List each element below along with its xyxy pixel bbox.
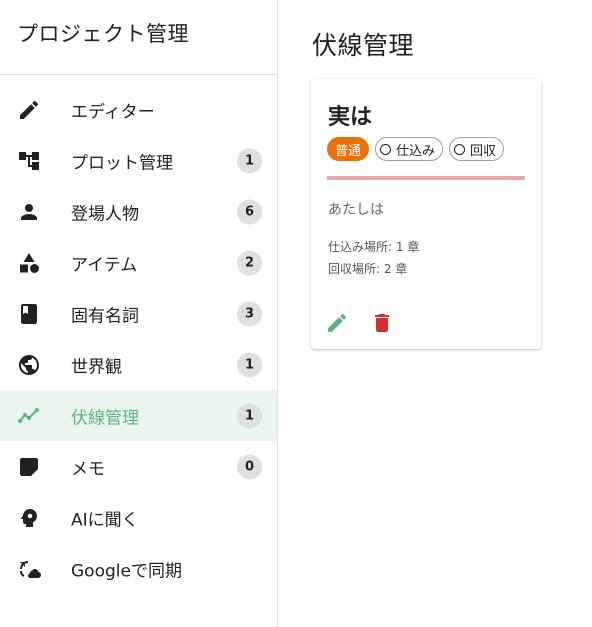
count-badge: 2 <box>237 250 262 275</box>
timeline-icon <box>17 404 41 428</box>
brain-head-icon <box>17 506 41 530</box>
sidebar-item-label: 登場人物 <box>71 204 139 224</box>
app-root: プロジェクト管理 エディター プロット管理 1 登場人物 6 アイテム 2 固有… <box>0 0 592 627</box>
sidebar: プロジェクト管理 エディター プロット管理 1 登場人物 6 アイテム 2 固有… <box>0 0 278 627</box>
hierarchy-icon <box>17 149 41 173</box>
setup-place-text: 仕込み場所: 1 章 <box>328 240 420 254</box>
edit-button[interactable] <box>325 311 349 335</box>
count-badge: 1 <box>237 148 262 173</box>
pencil-icon <box>328 313 347 332</box>
sidebar-item-items[interactable]: アイテム 2 <box>0 237 277 288</box>
card-actions <box>325 311 394 335</box>
count-badge: 0 <box>237 454 262 479</box>
sidebar-title: プロジェクト管理 <box>17 22 189 46</box>
sidebar-item-label: プロット管理 <box>71 153 173 173</box>
count-badge: 1 <box>237 352 262 377</box>
card-description: あたしは <box>328 202 384 218</box>
card-divider-line <box>327 176 525 180</box>
sidebar-item-worldview[interactable]: 世界観 1 <box>0 339 277 390</box>
sidebar-item-editor[interactable]: エディター <box>0 84 277 135</box>
payoff-status-chip[interactable]: 回収 <box>449 137 505 161</box>
card-chips: 普通 仕込み 回収 <box>327 137 505 161</box>
payoff-chip-label: 回収 <box>470 143 497 159</box>
shapes-icon <box>17 251 41 275</box>
importance-chip-label: 普通 <box>335 143 362 159</box>
sidebar-item-memo[interactable]: メモ 0 <box>0 441 277 492</box>
setup-chip-label: 仕込み <box>396 143 436 159</box>
sidebar-item-proper-nouns[interactable]: 固有名詞 3 <box>0 288 277 339</box>
person-icon <box>17 200 41 224</box>
sidebar-item-label: メモ <box>71 459 105 479</box>
sidebar-item-ask-ai[interactable]: AIに聞く <box>0 492 277 543</box>
trash-icon <box>375 314 389 332</box>
sidebar-item-label: Googleで同期 <box>71 561 182 581</box>
sidebar-item-label: 固有名詞 <box>71 306 139 326</box>
count-badge: 3 <box>237 301 262 326</box>
sidebar-item-characters[interactable]: 登場人物 6 <box>0 186 277 237</box>
sidebar-item-label: エディター <box>71 102 155 122</box>
count-badge: 1 <box>237 403 262 428</box>
sidebar-item-label: 伏線管理 <box>71 408 139 428</box>
globe-icon <box>17 353 41 377</box>
sidebar-item-label: アイテム <box>71 255 138 275</box>
sidebar-divider <box>0 74 278 75</box>
count-badge: 6 <box>237 199 262 224</box>
sidebar-item-foreshadowing[interactable]: 伏線管理 1 <box>0 390 277 441</box>
cloud-sync-icon <box>17 557 41 581</box>
radio-unchecked-icon <box>380 143 392 155</box>
sidebar-item-label: 世界観 <box>71 357 122 377</box>
note-icon <box>17 455 41 479</box>
pencil-icon <box>17 98 41 122</box>
setup-status-chip[interactable]: 仕込み <box>375 137 444 161</box>
sidebar-item-google-sync[interactable]: Googleで同期 <box>0 543 277 594</box>
radio-unchecked-icon <box>454 143 466 155</box>
delete-button[interactable] <box>370 311 394 335</box>
sidebar-item-label: AIに聞く <box>71 510 139 530</box>
page-title: 伏線管理 <box>312 31 415 60</box>
card-title: 実は <box>328 105 373 130</box>
sidebar-item-plot[interactable]: プロット管理 1 <box>0 135 277 186</box>
payoff-place-text: 回収場所: 2 章 <box>328 262 408 276</box>
foreshadowing-card: 実は 普通 仕込み 回収 あたしは 仕込み場所: 1 章 回収場所: 2 章 <box>311 79 541 349</box>
sidebar-nav: エディター プロット管理 1 登場人物 6 アイテム 2 固有名詞 3 世界観 … <box>0 84 277 594</box>
importance-chip[interactable]: 普通 <box>327 137 370 161</box>
book-icon <box>17 302 41 326</box>
